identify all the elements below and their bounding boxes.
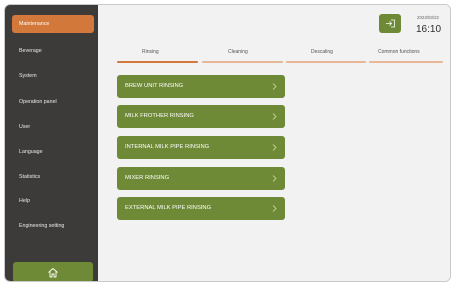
milk-frother-rinsing-button[interactable]: MILK FROTHER RINSING xyxy=(117,105,285,128)
time-display: 16:10 xyxy=(416,24,442,35)
sidebar-item-system[interactable]: System xyxy=(12,67,94,85)
date-display: 2023/03/22 xyxy=(417,15,439,20)
button-label: MIXER RINSING xyxy=(125,175,170,181)
chevron-right-icon xyxy=(272,113,277,120)
sidebar-item-maintenance[interactable]: Maintenance xyxy=(12,15,94,33)
sidebar-item-engineering-setting[interactable]: Engineering setting xyxy=(12,217,94,235)
button-label: EXTERNAL MILK PIPE RINSING xyxy=(125,205,212,211)
sidebar-item-beverage[interactable]: Beverage xyxy=(12,42,94,60)
mixer-rinsing-button[interactable]: MIXER RINSING xyxy=(117,167,285,190)
sidebar: Maintenance Beverage System Operation pa… xyxy=(5,5,98,281)
home-icon xyxy=(48,267,58,277)
tab-common-functions[interactable]: Common functions xyxy=(378,49,420,55)
sidebar-item-operation-panel[interactable]: Operation panel xyxy=(12,93,94,111)
home-button[interactable] xyxy=(13,262,93,281)
chevron-right-icon xyxy=(272,175,277,182)
chevron-right-icon xyxy=(272,205,277,212)
tab-rinsing[interactable]: Rinsing xyxy=(142,49,159,55)
tab-indicator-common-functions xyxy=(369,61,443,63)
chevron-right-icon xyxy=(272,144,277,151)
tab-indicator-rinsing xyxy=(117,61,198,63)
button-label: MILK FROTHER RINSING xyxy=(125,113,194,119)
internal-milk-pipe-rinsing-button[interactable]: INTERNAL MILK PIPE RINSING xyxy=(117,136,285,159)
brew-unit-rinsing-button[interactable]: BREW UNIT RINSING xyxy=(117,75,285,98)
logout-icon xyxy=(385,19,395,28)
button-label: BREW UNIT RINSING xyxy=(125,83,184,89)
app-window: Maintenance Beverage System Operation pa… xyxy=(4,4,451,282)
sidebar-item-help[interactable]: Help xyxy=(12,192,94,210)
tab-indicator-cleaning xyxy=(202,61,283,63)
sidebar-item-language[interactable]: Language xyxy=(12,143,94,161)
chevron-right-icon xyxy=(272,83,277,90)
tab-cleaning[interactable]: Cleaning xyxy=(228,49,248,55)
button-label: INTERNAL MILK PIPE RINSING xyxy=(125,144,210,150)
main-content: 2023/03/22 16:10 Rinsing Cleaning Descal… xyxy=(98,5,450,281)
sidebar-item-statistics[interactable]: Statistics xyxy=(12,168,94,186)
external-milk-pipe-rinsing-button[interactable]: EXTERNAL MILK PIPE RINSING xyxy=(117,197,285,220)
logout-button[interactable] xyxy=(379,14,401,33)
tab-descaling[interactable]: Descaling xyxy=(311,49,333,55)
tab-indicator-descaling xyxy=(286,61,366,63)
sidebar-item-user[interactable]: User xyxy=(12,118,94,136)
